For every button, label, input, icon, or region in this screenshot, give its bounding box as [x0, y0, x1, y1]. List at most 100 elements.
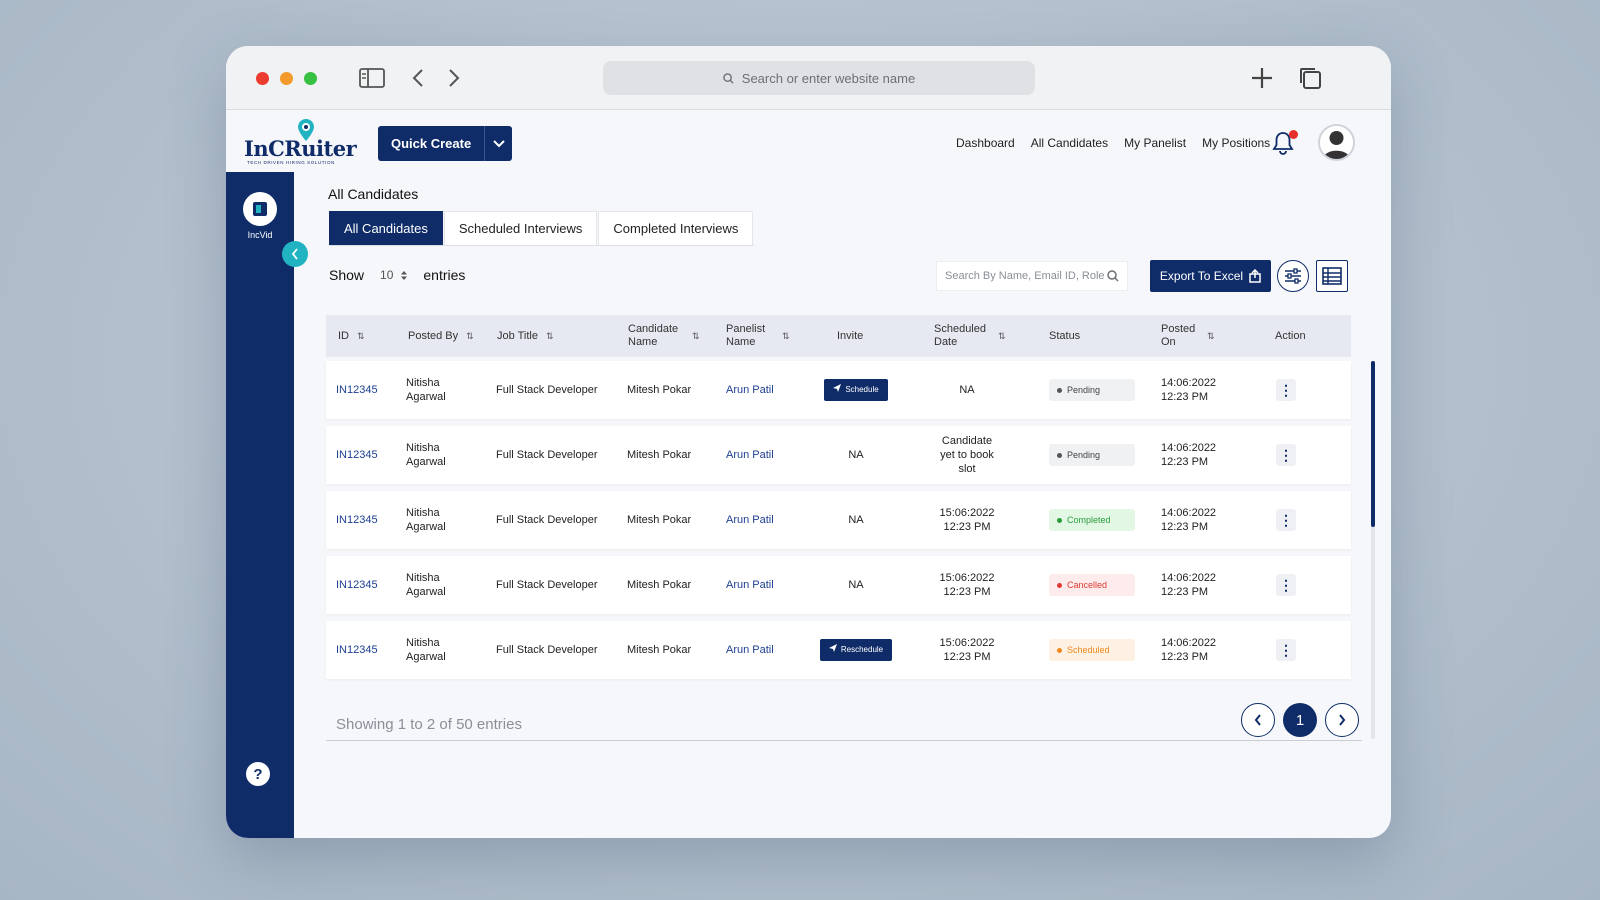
candidate-search-input[interactable]: Search By Name, Email ID, Role — [936, 261, 1128, 291]
search-placeholder: Search By Name, Email ID, Role — [945, 270, 1105, 282]
panelist-name-link[interactable]: Arun Patil — [726, 491, 774, 549]
status-badge: Scheduled — [1049, 639, 1135, 661]
pagination-info: Showing 1 to 2 of 50 entries — [336, 716, 522, 733]
sort-icon[interactable]: ⇅ — [692, 330, 700, 343]
filter-icon[interactable] — [1277, 260, 1309, 292]
column-header-posted-on[interactable]: Posted On ⇅ — [1161, 315, 1221, 357]
candidate-id-link[interactable]: IN12345 — [336, 426, 378, 484]
more-options-icon[interactable]: ⋮ — [1276, 574, 1296, 596]
sort-icon[interactable]: ⇅ — [546, 330, 554, 343]
more-options-icon[interactable]: ⋮ — [1276, 639, 1296, 661]
sort-icon[interactable]: ⇅ — [466, 330, 474, 343]
status-label: Completed — [1067, 515, 1111, 525]
sort-icon[interactable]: ⇅ — [998, 330, 1006, 343]
entries-length-control: Show 10 entries — [329, 267, 465, 283]
tab-completed-interviews[interactable]: Completed Interviews — [598, 211, 754, 245]
status-label: Pending — [1067, 385, 1101, 395]
table-row: IN12345 Nitisha Agarwal Full Stack Develop… — [326, 491, 1351, 549]
incruiter-logo[interactable]: InCRuiter TECH DRIVEN HIRING SOLUTION — [244, 118, 357, 166]
column-header-label: Action — [1275, 329, 1306, 342]
status-dot — [1057, 582, 1062, 588]
posted-on-cell: 14:06:2022 12:23 PM — [1161, 637, 1217, 663]
tab-scheduled-interviews[interactable]: Scheduled Interviews — [443, 211, 598, 245]
nav-dashboard[interactable]: Dashboard — [956, 136, 1015, 150]
address-bar[interactable]: Search or enter website name — [603, 61, 1035, 95]
help-icon[interactable]: ? — [246, 762, 270, 786]
nav-my-panelist[interactable]: My Panelist — [1124, 136, 1186, 150]
job-title-cell: Full Stack Developer — [496, 384, 598, 396]
table-scrollbar[interactable] — [1371, 361, 1375, 739]
entries-select[interactable]: 10 — [374, 268, 413, 282]
sort-icon[interactable]: ⇅ — [357, 330, 365, 343]
collapse-sidebar-button[interactable] — [282, 241, 308, 267]
back-icon[interactable] — [408, 64, 428, 92]
candidate-id-link[interactable]: IN12345 — [336, 621, 378, 679]
candidate-id-link[interactable]: IN12345 — [336, 491, 378, 549]
invite-cell: NA — [806, 556, 906, 614]
column-header-posted-by[interactable]: Posted By ⇅ — [408, 315, 474, 357]
page-number-button[interactable]: 1 — [1283, 703, 1317, 737]
tab-overview-icon[interactable] — [1296, 64, 1324, 92]
nav-all-candidates[interactable]: All Candidates — [1031, 136, 1108, 150]
list-view-icon[interactable] — [1316, 260, 1348, 292]
panelist-name-link[interactable]: Arun Patil — [726, 361, 774, 419]
user-avatar[interactable] — [1318, 124, 1355, 161]
invite-button-label: Reschedule — [840, 645, 884, 654]
invite-value: NA — [848, 579, 864, 591]
posted-by-cell: Nitisha Agarwal — [406, 572, 446, 598]
panelist-name-link[interactable]: Arun Patil — [726, 621, 774, 679]
column-header-panelist-name[interactable]: Panelist Name ⇅ — [726, 315, 796, 357]
nav-my-positions[interactable]: My Positions — [1202, 136, 1270, 150]
forward-icon[interactable] — [444, 64, 464, 92]
invite-value: NA — [848, 514, 864, 526]
panelist-name-link[interactable]: Arun Patil — [726, 426, 774, 484]
status-cell: Cancelled — [1049, 556, 1135, 614]
column-header-candidate-name[interactable]: Candidate Name ⇅ — [628, 315, 708, 357]
sidebar-toggle-icon[interactable] — [357, 64, 387, 92]
sort-icon[interactable]: ⇅ — [1207, 330, 1215, 343]
maximize-window-button[interactable] — [304, 72, 317, 85]
logo-tagline: TECH DRIVEN HIRING SOLUTION — [247, 160, 335, 165]
invite-value: NA — [848, 449, 864, 461]
reschedule-button[interactable]: Reschedule — [819, 639, 893, 661]
chevron-down-icon[interactable] — [484, 126, 512, 161]
column-header-id[interactable]: ID ⇅ — [338, 315, 365, 357]
candidate-id-link[interactable]: IN12345 — [336, 361, 378, 419]
candidate-id-link[interactable]: IN12345 — [336, 556, 378, 614]
previous-page-button[interactable] — [1241, 703, 1275, 737]
candidate-name-cell: Mitesh Pokar — [627, 384, 692, 396]
posted-on-cell: 14:06:2022 12:23 PM — [1161, 572, 1217, 598]
scrollbar-thumb[interactable] — [1371, 361, 1375, 527]
invite-cell: NA — [806, 491, 906, 549]
sort-icon[interactable]: ⇅ — [782, 330, 790, 343]
more-options-icon[interactable]: ⋮ — [1276, 379, 1296, 401]
export-to-excel-button[interactable]: Export To Excel — [1150, 260, 1271, 292]
tab-all-candidates[interactable]: All Candidates — [329, 211, 443, 245]
more-options-icon[interactable]: ⋮ — [1276, 444, 1296, 466]
invite-cell: Reschedule — [806, 621, 906, 679]
panelist-name-link[interactable]: Arun Patil — [726, 556, 774, 614]
action-cell: ⋮ — [1276, 556, 1296, 614]
status-badge: Completed — [1049, 509, 1135, 531]
action-cell: ⋮ — [1276, 361, 1296, 419]
tab-bar: All Candidates Scheduled Interviews Comp… — [329, 211, 755, 246]
candidate-name-cell: Mitesh Pokar — [627, 579, 692, 591]
column-header-scheduled-date[interactable]: Scheduled Date ⇅ — [934, 315, 1014, 357]
column-header-job-title[interactable]: Job Title ⇅ — [497, 315, 554, 357]
scheduled-date-cell: 15:06:2022 12:23 PM — [939, 572, 995, 598]
close-window-button[interactable] — [256, 72, 269, 85]
scheduled-date-cell: 15:06:2022 12:23 PM — [939, 637, 995, 663]
minimize-window-button[interactable] — [280, 72, 293, 85]
table-header: ID ⇅ Posted By ⇅ Job Title ⇅ Candidate Name… — [326, 315, 1351, 357]
status-label: Pending — [1067, 450, 1101, 460]
new-tab-icon[interactable] — [1248, 64, 1276, 92]
quick-create-button[interactable]: Quick Create — [378, 126, 512, 161]
posted-by-cell: Nitisha Agarwal — [406, 442, 446, 468]
schedule-button[interactable]: Schedule — [824, 379, 888, 401]
job-title-cell: Full Stack Developer — [496, 449, 598, 461]
sidebar-item-incvid[interactable]: IncVid — [241, 192, 279, 240]
next-page-button[interactable] — [1325, 703, 1359, 737]
more-options-icon[interactable]: ⋮ — [1276, 509, 1296, 531]
column-header-action: Action — [1275, 315, 1306, 357]
table-row: IN12345 Nitisha Agarwal Full Stack Develop… — [326, 621, 1351, 679]
